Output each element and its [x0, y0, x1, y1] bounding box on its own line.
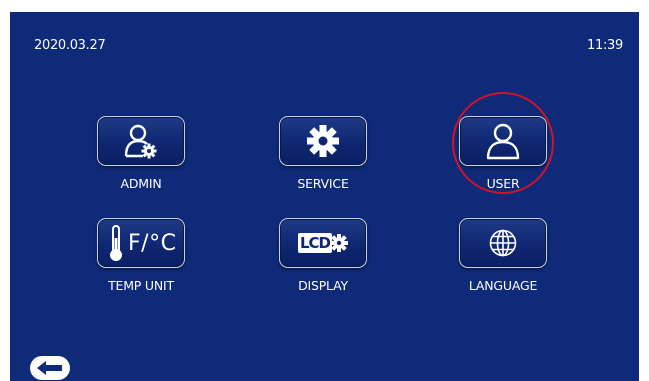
time-display: 11:39	[587, 38, 623, 53]
display-gear-icon	[330, 234, 349, 252]
gear-icon	[307, 125, 339, 157]
temp-unit-button[interactable]: F/°C	[97, 218, 185, 268]
service-tile: SERVICE	[230, 116, 416, 201]
temp-unit-label: TEMP UNIT	[108, 278, 174, 293]
temp-unit-icon-text: F/°C	[128, 230, 177, 256]
date-display: 2020.03.27	[34, 38, 106, 53]
lcd-gear-icon: LCD	[297, 233, 349, 253]
admin-user-gear-icon	[124, 124, 157, 159]
thermometer-icon	[110, 225, 122, 261]
admin-button[interactable]	[97, 116, 185, 166]
admin-label: ADMIN	[120, 176, 162, 191]
lcd-icon-text: LCD	[297, 233, 333, 253]
language-label: LANGUAGE	[468, 278, 538, 293]
service-label: SERVICE	[297, 176, 349, 191]
language-tile: LANGUAGE	[410, 218, 596, 303]
display-tile: LCD DISPLAY	[230, 218, 416, 303]
service-button[interactable]	[279, 116, 367, 166]
main-screen: 2020.03.27 11:39 ADMIN SERVICE USER F/°C…	[10, 12, 639, 381]
user-highlight-circle	[452, 92, 554, 194]
admin-tile: ADMIN	[48, 116, 234, 201]
globe-icon	[489, 229, 517, 257]
temp-unit-tile: F/°C TEMP UNIT	[48, 218, 234, 303]
display-label: DISPLAY	[298, 278, 348, 293]
back-arrow-icon	[37, 361, 62, 375]
display-button[interactable]: LCD	[279, 218, 367, 268]
back-button[interactable]	[30, 356, 70, 380]
language-button[interactable]	[459, 218, 547, 268]
